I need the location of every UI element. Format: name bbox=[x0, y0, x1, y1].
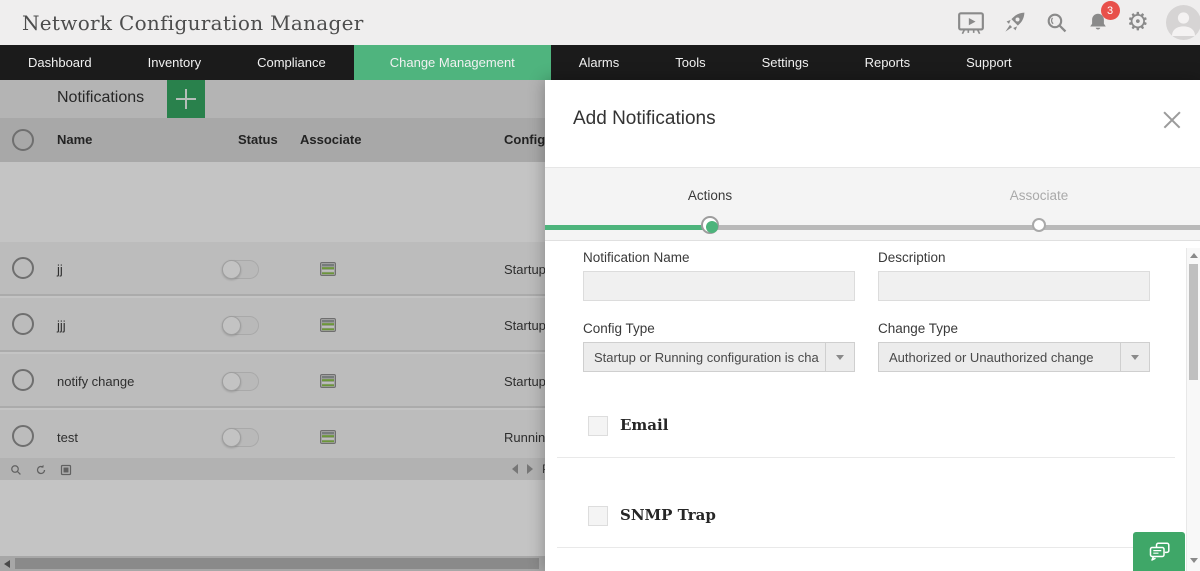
change-type-label: Change Type bbox=[878, 321, 958, 336]
config-type-value: Startup or Running configuration is cha.… bbox=[594, 350, 820, 365]
change-type-value: Authorized or Unauthorized change bbox=[889, 350, 1115, 365]
wizard-steps: Actions Associate bbox=[545, 167, 1200, 241]
notification-name-input[interactable] bbox=[583, 271, 855, 301]
user-avatar[interactable] bbox=[1166, 5, 1200, 40]
chevron-down-icon[interactable] bbox=[825, 343, 854, 371]
vscroll-up-arrow-icon[interactable] bbox=[1190, 253, 1198, 258]
search-icon[interactable] bbox=[1044, 10, 1069, 35]
settings-gear-icon[interactable]: ⚙ bbox=[1127, 10, 1149, 35]
nav-compliance[interactable]: Compliance bbox=[229, 45, 354, 80]
section-divider bbox=[557, 547, 1175, 548]
nav-support[interactable]: Support bbox=[938, 45, 1040, 80]
app-window: Network Configuration Manager bbox=[0, 0, 1200, 571]
demo-video-icon[interactable] bbox=[957, 10, 985, 36]
snmp-trap-checkbox[interactable] bbox=[588, 506, 608, 526]
config-type-label: Config Type bbox=[583, 321, 655, 336]
notifications-list-region: Notifications Name Status Associate Conf… bbox=[0, 80, 545, 571]
vscroll-thumb[interactable] bbox=[1189, 264, 1198, 380]
header-icon-group: 3 ⚙ bbox=[957, 5, 1200, 40]
config-type-select[interactable]: Startup or Running configuration is cha.… bbox=[583, 342, 855, 372]
main-nav: Dashboard Inventory Compliance Change Ma… bbox=[0, 45, 1200, 80]
nav-alarms[interactable]: Alarms bbox=[551, 45, 647, 80]
add-notifications-dialog: Add Notifications Actions Associate Noti… bbox=[545, 80, 1200, 571]
feedback-chat-button[interactable] bbox=[1133, 532, 1185, 571]
description-input[interactable] bbox=[878, 271, 1150, 301]
email-checkbox[interactable] bbox=[588, 416, 608, 436]
app-title: Network Configuration Manager bbox=[22, 11, 364, 35]
progress-line-done bbox=[545, 225, 710, 230]
step-actions[interactable]: Actions bbox=[688, 188, 732, 203]
change-type-select[interactable]: Authorized or Unauthorized change bbox=[878, 342, 1150, 372]
notifications-bell-icon[interactable]: 3 bbox=[1086, 10, 1110, 35]
section-divider bbox=[557, 457, 1175, 458]
snmp-trap-label: SNMP Trap bbox=[620, 506, 716, 524]
top-header: Network Configuration Manager bbox=[0, 0, 1200, 45]
rocket-icon[interactable] bbox=[1002, 10, 1027, 35]
nav-settings[interactable]: Settings bbox=[734, 45, 837, 80]
notification-name-label: Notification Name bbox=[583, 250, 690, 265]
chevron-down-icon[interactable] bbox=[1120, 343, 1149, 371]
nav-inventory[interactable]: Inventory bbox=[120, 45, 229, 80]
vertical-scrollbar[interactable] bbox=[1186, 248, 1200, 571]
step-actions-dot[interactable] bbox=[701, 216, 719, 234]
step-associate-dot[interactable] bbox=[1032, 218, 1046, 232]
nav-change-management[interactable]: Change Management bbox=[354, 45, 551, 80]
email-label: Email bbox=[620, 416, 668, 434]
progress-line-todo bbox=[710, 225, 1200, 230]
step-associate[interactable]: Associate bbox=[1010, 188, 1069, 203]
nav-tools[interactable]: Tools bbox=[647, 45, 733, 80]
modal-backdrop bbox=[0, 80, 545, 571]
description-label: Description bbox=[878, 250, 946, 265]
notification-count-badge: 3 bbox=[1101, 1, 1120, 20]
nav-dashboard[interactable]: Dashboard bbox=[0, 45, 120, 80]
close-icon[interactable] bbox=[1160, 108, 1184, 132]
vscroll-down-arrow-icon[interactable] bbox=[1190, 558, 1198, 563]
dialog-title: Add Notifications bbox=[573, 108, 716, 130]
nav-reports[interactable]: Reports bbox=[837, 45, 939, 80]
